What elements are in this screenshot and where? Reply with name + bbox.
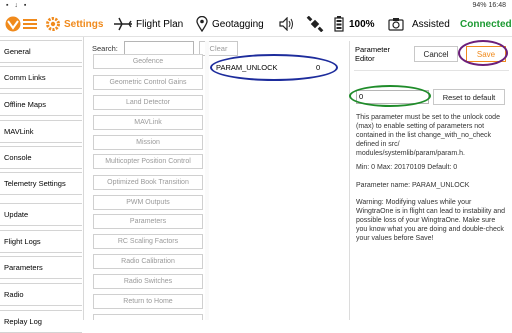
parameter-editor-panel: Parameter Editor Cancel Save 0 Reset to … bbox=[349, 41, 512, 320]
divider bbox=[354, 70, 509, 71]
group-radio-calibration[interactable]: Radio Calibration bbox=[93, 254, 203, 269]
status-bar: ▪ ↓ ▪ 94% 16:48 bbox=[0, 0, 512, 12]
group-label: Multicopter Position Control bbox=[105, 158, 191, 165]
nav-parameters[interactable]: Parameters bbox=[0, 256, 82, 279]
nav-label: General bbox=[4, 47, 31, 56]
group-label: Radio Calibration bbox=[121, 258, 175, 265]
nav-offline-maps[interactable]: Offline Maps bbox=[0, 93, 82, 116]
flight-plan-tab[interactable]: Flight Plan bbox=[113, 12, 183, 36]
toolbar: Settings Flight Plan Geotagging 100% Ass… bbox=[0, 12, 512, 37]
group-optimized-book-transition[interactable]: Optimized Book Transition bbox=[93, 175, 203, 190]
nav-mavlink[interactable]: MAVLink bbox=[0, 120, 82, 143]
geotagging-tab[interactable]: Geotagging bbox=[196, 12, 264, 36]
nav-telemetry-settings[interactable]: Telemetry Settings bbox=[0, 172, 82, 195]
cancel-button[interactable]: Cancel bbox=[414, 46, 458, 62]
group-label: Geometric Control Gains bbox=[109, 79, 187, 86]
camera-button[interactable] bbox=[388, 12, 404, 36]
reset-label: Reset to default bbox=[442, 92, 496, 102]
reset-default-button[interactable]: Reset to default bbox=[433, 89, 505, 105]
flight-mode[interactable]: Assisted bbox=[412, 12, 450, 36]
geotagging-label: Geotagging bbox=[212, 18, 264, 30]
groups-scrollbar[interactable] bbox=[205, 41, 209, 320]
nav-radio[interactable]: Radio bbox=[0, 283, 82, 306]
group-label: Land Detector bbox=[126, 99, 170, 106]
group-mavlink[interactable]: MAVLink bbox=[93, 115, 203, 130]
group-label: Optimized Book Transition bbox=[107, 179, 189, 186]
clear-label: Clear bbox=[209, 44, 228, 53]
value-input-text: 0 bbox=[359, 92, 364, 101]
group-label: Geofence bbox=[132, 58, 164, 65]
nav-update[interactable]: Update bbox=[0, 203, 82, 226]
speaker-button[interactable] bbox=[279, 12, 295, 36]
status-right: 94% 16:48 bbox=[472, 2, 506, 9]
nav-flight-logs[interactable]: Flight Logs bbox=[0, 230, 82, 253]
editor-title: Parameter Editor bbox=[355, 45, 391, 63]
nav-label: Update bbox=[4, 210, 29, 219]
camera-icon bbox=[388, 18, 404, 31]
search-label: Search: bbox=[92, 44, 118, 53]
group-geometric-control-gains[interactable]: Geometric Control Gains bbox=[93, 75, 203, 90]
nav-replay-log[interactable]: Replay Log bbox=[0, 310, 82, 333]
satellite-icon bbox=[306, 16, 324, 32]
group-pwm-outputs[interactable]: PWM Outputs bbox=[93, 195, 203, 210]
group-return-to-home[interactable]: Return to Home bbox=[93, 294, 203, 309]
battery-icon bbox=[334, 16, 344, 32]
group-multicopter-position-control[interactable]: Multicopter Position Control bbox=[93, 154, 203, 169]
group-label: Mission bbox=[136, 139, 160, 146]
save-label: Save bbox=[476, 49, 496, 59]
group-parameters[interactable]: Parameters bbox=[93, 214, 203, 229]
param-description: This parameter must be set to the unlock… bbox=[356, 114, 500, 157]
param-row-param-unlock[interactable]: PARAM_UNLOCK 0 bbox=[216, 60, 331, 74]
group-radio-switches[interactable]: Radio Switches bbox=[93, 274, 203, 289]
nav-label: Flight Logs bbox=[4, 237, 41, 246]
plane-icon bbox=[114, 17, 132, 31]
nav-label: Offline Maps bbox=[4, 100, 46, 109]
value-input[interactable]: 0 bbox=[356, 90, 429, 104]
settings-tab[interactable]: Settings bbox=[45, 12, 103, 36]
group-label: Radio Switches bbox=[123, 278, 173, 285]
status-left-icons: ▪ ↓ ▪ bbox=[6, 2, 29, 9]
group-label: PWM Outputs bbox=[126, 199, 170, 206]
save-button[interactable]: Save bbox=[466, 46, 506, 62]
group-label: MAVLink bbox=[134, 119, 162, 126]
satellite-button[interactable] bbox=[306, 12, 324, 36]
battery-label: 100% bbox=[349, 18, 375, 30]
group-land-detector[interactable]: Land Detector bbox=[93, 95, 203, 110]
nav-console[interactable]: Console bbox=[0, 146, 82, 169]
nav-label: Console bbox=[4, 153, 32, 162]
connection-status-label: Connected bbox=[460, 18, 512, 30]
nav-label: MAVLink bbox=[4, 127, 34, 136]
flight-plan-label: Flight Plan bbox=[136, 18, 184, 30]
group-partial bbox=[93, 314, 203, 320]
flight-mode-label: Assisted bbox=[412, 18, 450, 30]
nav-comm-links[interactable]: Comm Links bbox=[0, 66, 82, 89]
param-name: PARAM_UNLOCK bbox=[216, 62, 278, 72]
nav-general[interactable]: General bbox=[0, 40, 82, 63]
nav-label: Telemetry Settings bbox=[4, 179, 66, 188]
group-label: Return to Home bbox=[123, 298, 173, 305]
group-rc-scaling-factors[interactable]: RC Scaling Factors bbox=[93, 234, 203, 249]
app-logo-icon bbox=[5, 16, 37, 32]
map-pin-icon bbox=[196, 16, 208, 32]
menu-logo-button[interactable] bbox=[4, 12, 40, 36]
group-label: Parameters bbox=[129, 218, 167, 225]
connection-status: Connected bbox=[460, 12, 512, 36]
nav-label: Parameters bbox=[4, 263, 43, 272]
settings-sidebar: General Comm Links Offline Maps MAVLink … bbox=[0, 37, 84, 333]
nav-label: Comm Links bbox=[4, 73, 46, 82]
param-name-text: Parameter name: PARAM_UNLOCK bbox=[356, 182, 470, 189]
param-value: 0 bbox=[316, 62, 321, 72]
param-warning: Warning: Modifying values while your Win… bbox=[356, 199, 506, 242]
nav-label: Replay Log bbox=[4, 317, 42, 326]
param-range: Min: 0 Max: 20170109 Default: 0 bbox=[356, 164, 458, 171]
group-label: RC Scaling Factors bbox=[117, 238, 179, 245]
group-geofence[interactable]: Geofence bbox=[93, 54, 203, 69]
gear-icon bbox=[46, 17, 60, 31]
settings-label: Settings bbox=[64, 18, 104, 30]
nav-label: Radio bbox=[4, 290, 24, 299]
cancel-label: Cancel bbox=[423, 49, 449, 59]
battery-indicator: 100% bbox=[334, 12, 375, 36]
speaker-icon bbox=[279, 17, 293, 31]
group-mission[interactable]: Mission bbox=[93, 135, 203, 150]
